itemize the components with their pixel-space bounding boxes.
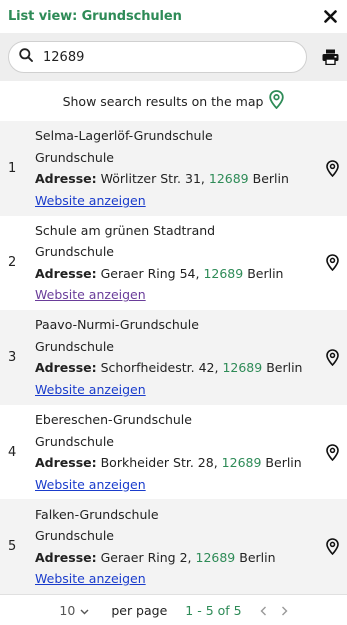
map-pin-icon[interactable] bbox=[319, 159, 339, 177]
results-list: 1 Selma-Lagerlöf-Grundschule Grundschule… bbox=[0, 121, 347, 594]
website-link[interactable]: Website anzeigen bbox=[35, 382, 146, 397]
address-street: Borkheider Str. 28, bbox=[100, 455, 218, 471]
printer-icon[interactable] bbox=[311, 49, 339, 65]
chevron-down-icon bbox=[75, 603, 89, 618]
map-pin-icon[interactable] bbox=[319, 254, 339, 272]
address-city: Berlin bbox=[247, 265, 284, 281]
map-pin-icon[interactable] bbox=[319, 538, 339, 556]
address-city: Berlin bbox=[252, 171, 289, 187]
address-zip: 12689 bbox=[221, 455, 262, 471]
address-city: Berlin bbox=[265, 455, 302, 471]
school-name: Paavo-Nurmi-Grundschule bbox=[35, 317, 199, 333]
website-link[interactable]: Website anzeigen bbox=[35, 193, 146, 208]
school-type: Grundschule bbox=[35, 149, 114, 165]
search-box bbox=[8, 41, 307, 73]
school-address: Adresse: Schorfheidestr. 42, 12689 Berli… bbox=[35, 357, 319, 379]
school-address: Adresse: Wörlitzer Str. 31, 12689 Berlin bbox=[35, 168, 319, 190]
school-name: Falken-Grundschule bbox=[35, 506, 159, 522]
result-number: 1 bbox=[8, 160, 17, 176]
school-address: Adresse: Geraer Ring 2, 12689 Berlin bbox=[35, 547, 319, 569]
school-type: Grundschule bbox=[35, 433, 114, 449]
list-item: 1 Selma-Lagerlöf-Grundschule Grundschule… bbox=[0, 121, 347, 216]
list-view-title: List view: Grundschulen bbox=[8, 9, 182, 24]
address-street: Geraer Ring 54, bbox=[100, 265, 200, 281]
school-address: Adresse: Geraer Ring 54, 12689 Berlin bbox=[35, 263, 319, 285]
address-label: Adresse: bbox=[35, 171, 97, 187]
address-label: Adresse: bbox=[35, 360, 97, 376]
pagination: 10 per page 1 - 5 of 5 bbox=[0, 593, 347, 625]
page-range: 1 - 5 of 5 bbox=[185, 603, 242, 619]
result-number: 4 bbox=[8, 444, 17, 460]
school-address: Adresse: Borkheider Str. 28, 12689 Berli… bbox=[35, 452, 319, 474]
address-label: Adresse: bbox=[35, 265, 97, 281]
website-link[interactable]: Website anzeigen bbox=[35, 477, 146, 492]
school-name: Selma-Lagerlöf-Grundschule bbox=[35, 128, 213, 144]
address-zip: 12689 bbox=[222, 360, 263, 376]
school-type: Grundschule bbox=[35, 338, 114, 354]
per-page-label: per page bbox=[111, 603, 168, 619]
map-pin-icon[interactable] bbox=[319, 349, 339, 366]
address-street: Wörlitzer Str. 31, bbox=[100, 171, 205, 187]
school-type: Grundschule bbox=[35, 244, 114, 260]
search-bar bbox=[0, 33, 347, 81]
address-zip: 12689 bbox=[195, 549, 236, 565]
list-item: 5 Falken-Grundschule Grundschule Adresse… bbox=[0, 499, 347, 594]
result-number: 2 bbox=[8, 255, 17, 271]
address-zip: 12689 bbox=[208, 171, 249, 187]
list-view-header: List view: Grundschulen bbox=[0, 0, 347, 33]
chevron-right-icon[interactable] bbox=[281, 606, 288, 616]
website-link[interactable]: Website anzeigen bbox=[35, 287, 146, 302]
close-icon[interactable] bbox=[321, 8, 339, 26]
address-city: Berlin bbox=[266, 360, 303, 376]
map-pin-icon bbox=[263, 90, 285, 112]
address-label: Adresse: bbox=[35, 549, 97, 565]
school-type: Grundschule bbox=[35, 528, 114, 544]
page-size-value: 10 bbox=[59, 603, 76, 619]
address-street: Geraer Ring 2, bbox=[100, 549, 192, 565]
show-on-map-link[interactable]: Show search results on the map bbox=[0, 81, 347, 121]
school-name: Schule am grünen Stadtrand bbox=[35, 222, 216, 238]
result-number: 5 bbox=[8, 539, 17, 555]
address-street: Schorfheidestr. 42, bbox=[100, 360, 219, 376]
website-link[interactable]: Website anzeigen bbox=[35, 571, 146, 586]
result-number: 3 bbox=[8, 349, 17, 365]
school-name: Ebereschen-Grundschule bbox=[35, 412, 192, 428]
map-pin-icon[interactable] bbox=[319, 443, 339, 461]
search-input[interactable] bbox=[43, 49, 296, 65]
list-item: 4 Ebereschen-Grundschule Grundschule Adr… bbox=[0, 404, 347, 500]
list-item: 2 Schule am grünen Stadtrand Grundschule… bbox=[0, 215, 347, 311]
search-icon bbox=[19, 48, 33, 66]
chevron-left-icon[interactable] bbox=[260, 606, 267, 616]
address-zip: 12689 bbox=[203, 265, 244, 281]
address-city: Berlin bbox=[239, 549, 276, 565]
list-item: 3 Paavo-Nurmi-Grundschule Grundschule Ad… bbox=[0, 310, 347, 405]
show-on-map-label: Show search results on the map bbox=[62, 93, 264, 109]
page-size-select[interactable]: 10 bbox=[59, 603, 89, 618]
address-label: Adresse: bbox=[35, 455, 97, 471]
